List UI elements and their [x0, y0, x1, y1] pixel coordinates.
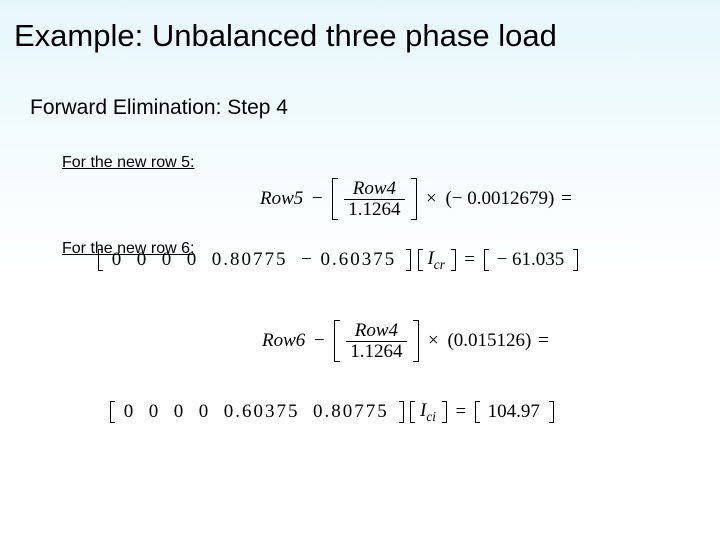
left-bracket — [98, 249, 103, 271]
minus-sign: − — [312, 188, 323, 210]
row5-label: For the new row 5: — [0, 154, 720, 172]
equals-sign: = — [561, 188, 572, 210]
equals-sign: = — [464, 249, 475, 271]
row5-matrix: 0 0 0 0 0.80775 − 0.60375 — [108, 249, 400, 271]
row6-result-equation: 0 0 0 0 0.60375 0.80775 Ici = 104.97 — [110, 400, 554, 425]
equals-sign: = — [455, 401, 466, 423]
right-bracket — [411, 178, 417, 220]
left-bracket — [484, 249, 489, 271]
slide-subtitle: Forward Elimination: Step 4 — [0, 54, 720, 120]
right-paren: ) — [548, 188, 554, 210]
row5-fraction: Row4 1.1264 — [344, 179, 404, 220]
times-sign: × — [428, 330, 439, 352]
right-bracket — [549, 401, 554, 423]
right-bracket — [413, 320, 419, 362]
row6-operation-equation: Row6 − Row4 1.1264 × (0.015126) = — [262, 320, 549, 362]
row6-fraction: Row4 1.1264 — [346, 321, 406, 362]
equals-sign: = — [538, 330, 549, 352]
right-bracket — [451, 249, 456, 271]
right-bracket — [573, 249, 578, 271]
row5-lhs: Row5 — [260, 188, 303, 210]
row6-multiplier: 0.015126 — [454, 330, 525, 352]
row6-rhs: 104.97 — [485, 401, 543, 423]
row6-variable: Ici — [420, 400, 436, 425]
left-bracket — [334, 320, 340, 362]
left-bracket — [418, 249, 423, 271]
row5-variable: Icr — [427, 248, 444, 273]
row5-result-equation: 0 0 0 0 0.80775 − 0.60375 Icr = − 61.035 — [98, 248, 578, 273]
row6-frac-den: 1.1264 — [346, 342, 406, 362]
right-bracket — [399, 401, 404, 423]
slide-title: Example: Unbalanced three phase load — [0, 0, 720, 54]
right-bracket — [442, 401, 447, 423]
row5-rhs: − 61.035 — [494, 249, 568, 271]
right-paren: ) — [525, 330, 531, 352]
row6-matrix: 0 0 0 0 0.60375 0.80775 — [120, 401, 393, 423]
left-bracket — [332, 178, 338, 220]
right-bracket — [406, 249, 411, 271]
row5-frac-den: 1.1264 — [344, 200, 404, 220]
minus-sign: − — [314, 330, 325, 352]
row5-frac-num: Row4 — [344, 179, 404, 200]
times-sign: × — [426, 188, 437, 210]
left-bracket — [110, 401, 115, 423]
row5-operation-equation: Row5 − Row4 1.1264 × (− 0.0012679) = — [260, 178, 572, 220]
row6-lhs: Row6 — [262, 330, 305, 352]
row5-multiplier: − 0.0012679 — [452, 188, 548, 210]
left-bracket — [475, 401, 480, 423]
row6-frac-num: Row4 — [346, 321, 406, 342]
left-bracket — [410, 401, 415, 423]
